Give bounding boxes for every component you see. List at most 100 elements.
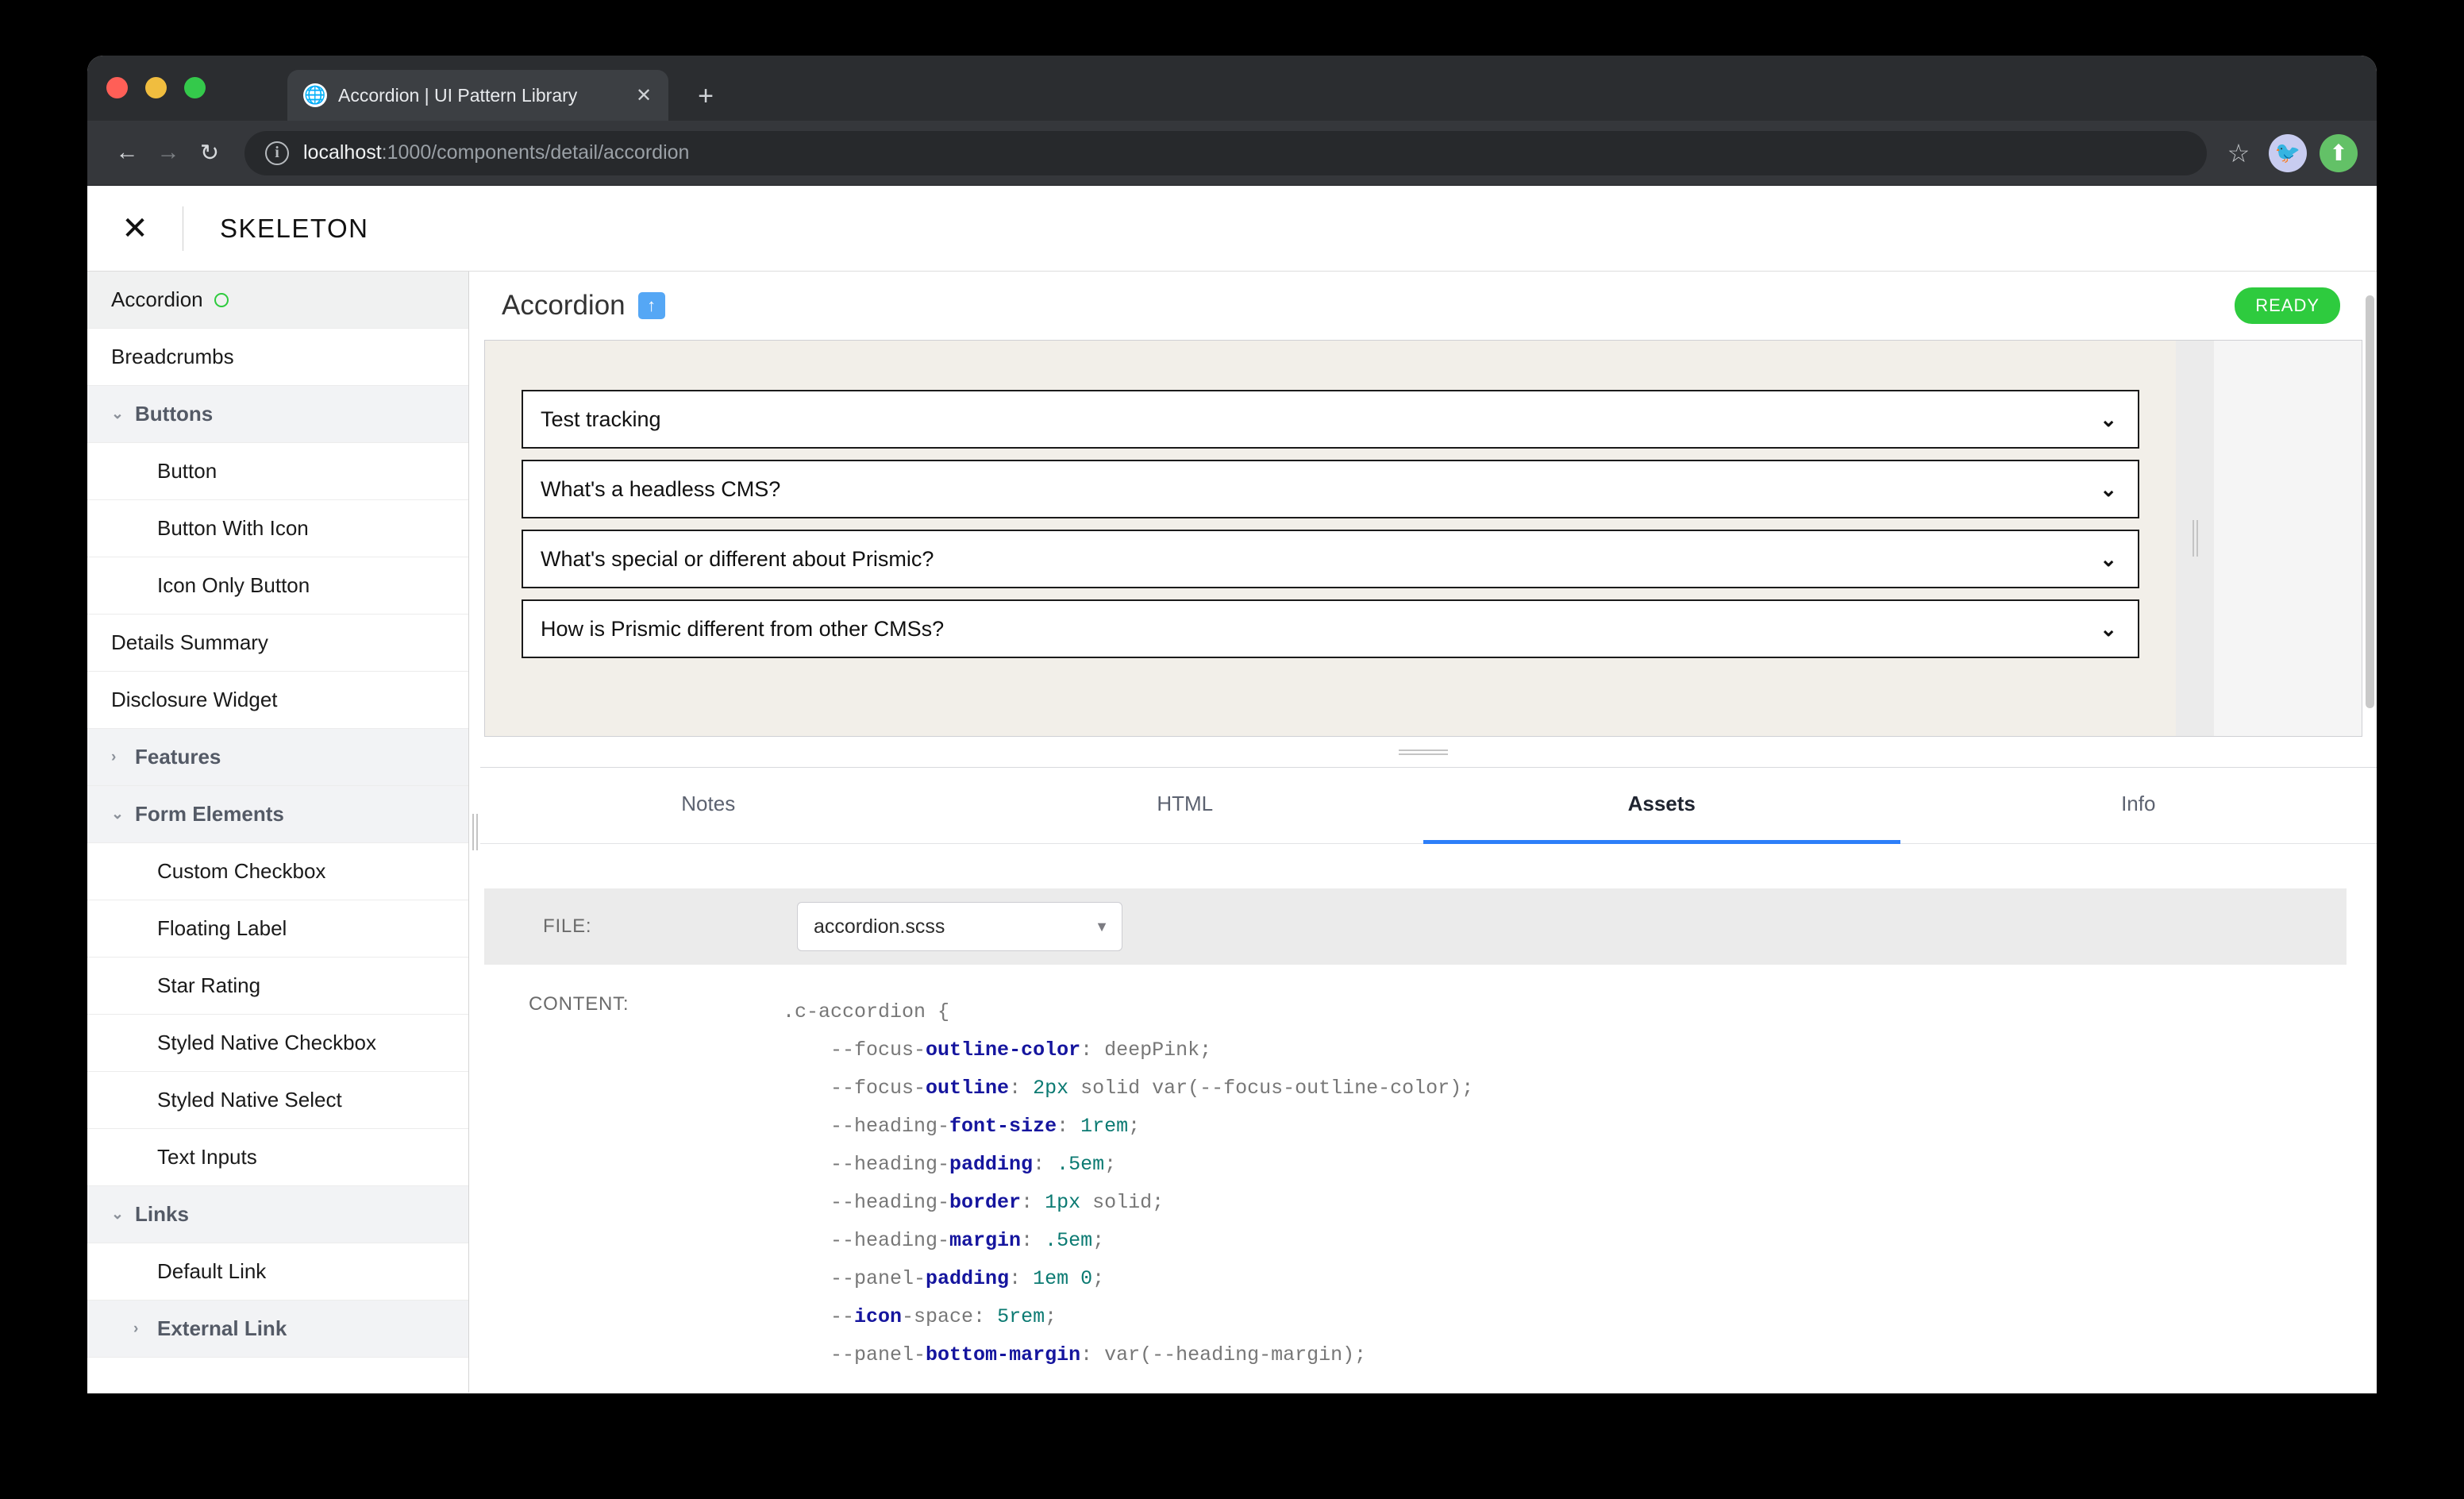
address-bar[interactable]: i localhost:1000/components/detail/accor…: [244, 131, 2207, 175]
site-info-icon[interactable]: i: [265, 141, 289, 165]
browser-tab-strip: 🌐 Accordion | UI Pattern Library ✕ +: [87, 56, 2377, 121]
code-token: --heading-: [830, 1229, 949, 1252]
tab-html[interactable]: HTML: [947, 768, 1424, 844]
sidebar-item-label: Star Rating: [157, 973, 260, 998]
code-token: 1em 0: [1033, 1267, 1092, 1290]
sidebar-item-breadcrumbs[interactable]: Breadcrumbs: [87, 329, 468, 386]
sidebar-item-label: Features: [135, 745, 221, 769]
code-line: --heading-border: 1px solid;: [783, 1184, 1473, 1222]
file-selector-row: FILE: accordion.scss ▼: [484, 888, 2347, 965]
code-token: .5em: [1045, 1229, 1092, 1252]
detail-header: Accordion ↑ READY: [470, 272, 2377, 340]
sidebar-item-label: Icon Only Button: [157, 573, 310, 598]
app-root: ✕ SKELETON AccordionBreadcrumbs⌄ButtonsB…: [87, 186, 2377, 1393]
tab-notes[interactable]: Notes: [470, 768, 947, 844]
code-token: :: [1009, 1267, 1033, 1290]
browser-tab[interactable]: 🌐 Accordion | UI Pattern Library ✕: [287, 70, 668, 121]
sidebar-item-form-elements[interactable]: ⌄Form Elements: [87, 786, 468, 843]
chevron-down-icon[interactable]: ⌄: [2100, 407, 2117, 432]
code-token: -space:: [902, 1305, 997, 1328]
sidebar-item-styled-native-checkbox[interactable]: Styled Native Checkbox: [87, 1015, 468, 1072]
chevron-right-icon[interactable]: ›: [133, 1320, 154, 1338]
accordion-item[interactable]: What's a headless CMS? ⌄: [522, 460, 2139, 518]
code-token: :: [1009, 1077, 1033, 1100]
sidebar-item-external-link[interactable]: ›External Link: [87, 1301, 468, 1358]
close-icon[interactable]: ✕: [87, 186, 183, 271]
code-token: ;: [1199, 1039, 1211, 1062]
new-tab-button[interactable]: +: [691, 81, 721, 111]
update-arrow-icon[interactable]: ⬆: [2320, 134, 2358, 172]
sidebar-item-button[interactable]: Button: [87, 443, 468, 500]
code-line: --heading-margin: .5em;: [783, 1222, 1473, 1260]
sidebar-item-details-summary[interactable]: Details Summary: [87, 615, 468, 672]
code-line: --focus-outline-color: deepPink;: [783, 1031, 1473, 1069]
sidebar-item-button-with-icon[interactable]: Button With Icon: [87, 500, 468, 557]
accordion-item-label: What's a headless CMS?: [541, 477, 780, 502]
profile-avatar-icon[interactable]: 🐦: [2269, 134, 2307, 172]
accordion-item[interactable]: What's special or different about Prismi…: [522, 530, 2139, 588]
file-select[interactable]: accordion.scss ▼: [797, 902, 1122, 951]
code-token: 2px: [1033, 1077, 1068, 1100]
open-in-new-icon[interactable]: ↑: [638, 292, 665, 319]
close-icon[interactable]: ✕: [630, 82, 657, 109]
code-token: outline-color: [926, 1039, 1080, 1062]
globe-icon: 🌐: [303, 83, 327, 107]
status-ring-icon: [214, 293, 229, 307]
accordion-item-label: What's special or different about Prismi…: [541, 547, 934, 572]
sidebar-item-label: Breadcrumbs: [111, 345, 234, 369]
chevron-down-icon[interactable]: ⌄: [2100, 617, 2117, 642]
tab-info[interactable]: Info: [1900, 768, 2377, 844]
code-line: --panel-padding: 1em 0;: [783, 1260, 1473, 1298]
tab-assets[interactable]: Assets: [1423, 768, 1900, 844]
sidebar-resize-handle[interactable]: [469, 272, 480, 1393]
code-line: --panel-bottom-margin: var(--heading-mar…: [783, 1336, 1473, 1374]
code-token: --heading-: [830, 1153, 949, 1176]
code-token: padding: [949, 1153, 1033, 1176]
minimize-window-button[interactable]: [145, 77, 167, 98]
forward-icon[interactable]: →: [148, 133, 189, 174]
browser-window: 🌐 Accordion | UI Pattern Library ✕ + ← →…: [87, 56, 2377, 1393]
sidebar-item-floating-label[interactable]: Floating Label: [87, 900, 468, 958]
sidebar-item-styled-native-select[interactable]: Styled Native Select: [87, 1072, 468, 1129]
chevron-right-icon[interactable]: ›: [111, 749, 132, 766]
reload-icon[interactable]: ↻: [189, 133, 230, 174]
sidebar-item-accordion[interactable]: Accordion: [87, 272, 468, 329]
browser-tab-title: Accordion | UI Pattern Library: [338, 85, 630, 106]
code-token: --heading-: [830, 1115, 949, 1138]
sidebar-item-label: Styled Native Checkbox: [157, 1031, 376, 1055]
chevron-down-icon[interactable]: ⌄: [111, 1205, 132, 1223]
sidebar-item-features[interactable]: ›Features: [87, 729, 468, 786]
sidebar-item-custom-checkbox[interactable]: Custom Checkbox: [87, 843, 468, 900]
panel-resize-handle[interactable]: [470, 737, 2377, 767]
back-icon[interactable]: ←: [106, 133, 148, 174]
bookmark-star-icon[interactable]: ☆: [2220, 134, 2258, 172]
sidebar-item-icon-only-button[interactable]: Icon Only Button: [87, 557, 468, 615]
preview-resize-handle[interactable]: [2176, 341, 2214, 736]
sidebar-item-links[interactable]: ⌄Links: [87, 1186, 468, 1243]
chevron-down-icon[interactable]: ⌄: [2100, 547, 2117, 572]
code-token: --: [830, 1305, 854, 1328]
code-token: var(--heading-margin);: [1104, 1343, 1366, 1366]
sidebar-item-disclosure-widget[interactable]: Disclosure Widget: [87, 672, 468, 729]
sidebar-item-default-link[interactable]: Default Link: [87, 1243, 468, 1301]
sidebar-item-buttons[interactable]: ⌄Buttons: [87, 386, 468, 443]
scrollbar-thumb[interactable]: [2366, 295, 2374, 708]
chevron-down-icon[interactable]: ⌄: [111, 405, 132, 423]
chevron-down-icon: ▼: [1095, 919, 1109, 935]
sidebar-item-label: Floating Label: [157, 916, 287, 941]
sidebar-item-star-rating[interactable]: Star Rating: [87, 958, 468, 1015]
code-token: 1px: [1045, 1191, 1080, 1214]
component-preview: Test tracking⌄What's a headless CMS?⌄Wha…: [485, 341, 2176, 736]
maximize-window-button[interactable]: [184, 77, 206, 98]
code-token: solid var(--focus-outline-color);: [1068, 1077, 1473, 1100]
accordion-item[interactable]: Test tracking⌄: [522, 390, 2139, 449]
chevron-down-icon[interactable]: ⌄: [2100, 477, 2117, 502]
code-token: :: [1080, 1343, 1104, 1366]
file-label: FILE:: [543, 915, 797, 938]
code-line: --heading-padding: .5em;: [783, 1146, 1473, 1184]
close-window-button[interactable]: [106, 77, 128, 98]
chevron-down-icon[interactable]: ⌄: [111, 805, 132, 823]
vertical-scrollbar[interactable]: [2366, 272, 2374, 1393]
accordion-item[interactable]: How is Prismic different from other CMSs…: [522, 599, 2139, 658]
sidebar-item-text-inputs[interactable]: Text Inputs: [87, 1129, 468, 1186]
